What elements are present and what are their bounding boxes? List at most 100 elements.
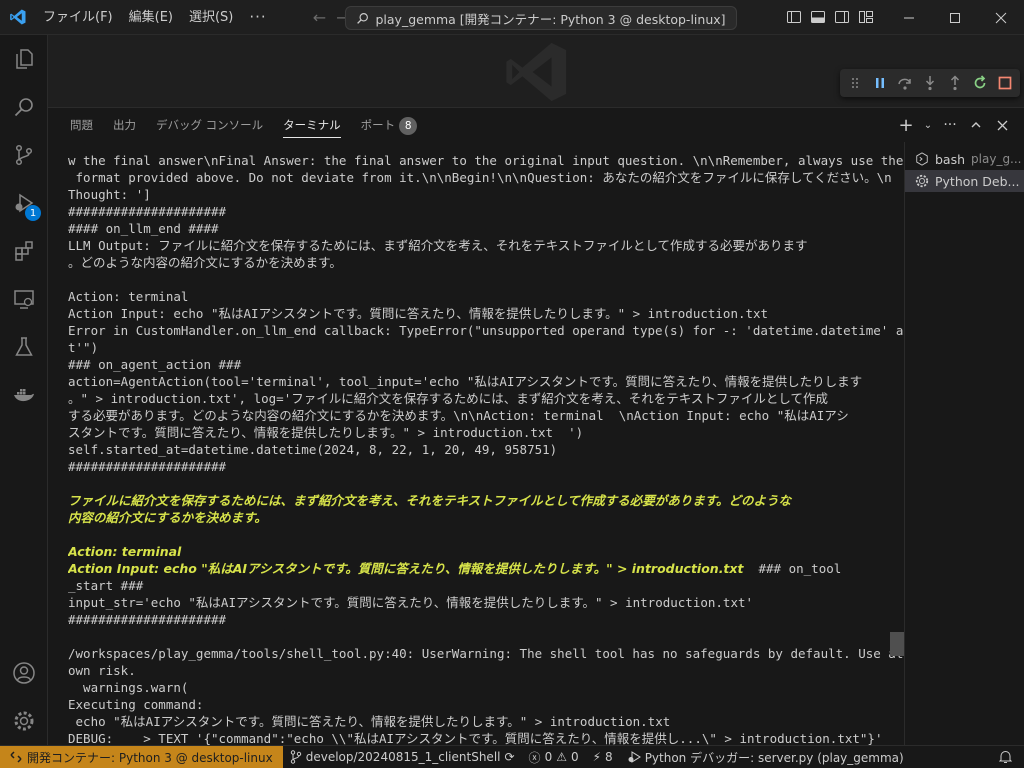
debug-badge: 1 [25, 205, 41, 221]
terminal-line: LLM Output: ファイルに紹介文を保存するためには、まず紹介文を考え、そ… [68, 238, 808, 253]
terminal-line: する必要があります。どのような内容の紹介文にするかを決めます。\n\nActio… [68, 408, 849, 423]
close-icon[interactable] [978, 0, 1024, 35]
remote-indicator[interactable]: 開発コンテナー: Python 3 @ desktop-linux [0, 745, 283, 768]
search-view-icon[interactable] [0, 83, 48, 131]
debugger-label: Python デバッガー: server.py (play_gemma) [644, 750, 904, 765]
more-actions-icon[interactable]: ··· [940, 115, 960, 135]
scrollbar-thumb[interactable] [890, 632, 904, 656]
terminal-item-bash[interactable]: bash play_g... [905, 148, 1024, 170]
terminal-line: ##################### [68, 459, 227, 474]
title-bar: ファイル(F) 編集(E) 選択(S) ··· ← → play_gemma [… [0, 0, 1024, 35]
debugger-status[interactable]: Python デバッガー: server.py (play_gemma) [620, 746, 911, 768]
menu-file[interactable]: ファイル(F) [35, 0, 121, 35]
terminal-line: DEBUG: > TEXT '{"command":"echo \\"私はAIア… [68, 731, 883, 746]
terminal-line: Error in CustomHandler.on_llm_end callba… [68, 323, 904, 338]
terminal-line: t'") [68, 340, 99, 355]
docker-icon[interactable] [0, 371, 48, 419]
terminal-list: bash play_g... Python Deb... [904, 142, 1024, 746]
customize-layout-icon[interactable] [858, 9, 874, 25]
branch-status[interactable]: develop/20240815_1_clientShell ⟳ [283, 746, 522, 768]
ports-status[interactable]: ⚡ 8 [586, 746, 620, 768]
maximize-panel-icon[interactable] [966, 115, 986, 135]
run-debug-icon[interactable]: 1 [0, 179, 48, 227]
tab-terminal[interactable]: ターミナル [273, 108, 351, 142]
search-icon [357, 12, 369, 24]
command-center-search[interactable]: play_gemma [開発コンテナー: Python 3 @ desktop-… [345, 6, 737, 30]
tab-output[interactable]: 出力 [103, 108, 146, 142]
terminal-line: スタントです。質問に答えたり、情報を提供したりします。" > introduct… [68, 425, 584, 440]
testing-flask-icon[interactable] [0, 323, 48, 371]
terminal-line: echo "私はAIアシスタントです。質問に答えたり、情報を提供したりします。"… [68, 714, 671, 729]
branch-label: develop/20240815_1_clientShell [305, 750, 501, 764]
terminal-output[interactable]: w the final answer\nFinal Answer: the fi… [48, 152, 904, 746]
back-arrow-icon[interactable]: ← [313, 8, 326, 27]
pause-icon[interactable] [871, 73, 890, 93]
toggle-secondary-sidebar-icon[interactable] [834, 9, 850, 25]
vscode-logo-icon [0, 0, 35, 35]
terminal-line: ### on_agent_action ### [68, 357, 242, 372]
toggle-panel-icon[interactable] [810, 9, 826, 25]
panel-tabs: 問題 出力 デバッグ コンソール ターミナル ポート 8 [48, 108, 427, 142]
error-count: 0 [544, 750, 553, 764]
step-out-icon[interactable] [945, 73, 964, 93]
menu-edit[interactable]: 編集(E) [121, 0, 181, 35]
new-terminal-icon[interactable]: + [896, 115, 916, 136]
tab-ports-label: ポート [360, 118, 396, 132]
remote-icon [10, 751, 22, 763]
remote-label: 開発コンテナー: Python 3 @ desktop-linux [27, 750, 273, 765]
terminal-line: ##################### [68, 612, 227, 627]
search-label: play_gemma [開発コンテナー: Python 3 @ desktop-… [375, 11, 726, 27]
terminal-item-python-debug[interactable]: Python Deb... [905, 170, 1024, 192]
terminal-line: Executing command: [68, 697, 204, 712]
menu-more[interactable]: ··· [241, 0, 274, 35]
notifications-bell-icon[interactable] [992, 746, 1024, 768]
menu-bar: ファイル(F) 編集(E) 選択(S) ··· [35, 0, 275, 35]
ports-count: 8 [605, 750, 613, 764]
source-control-icon[interactable] [0, 131, 48, 179]
toggle-primary-sidebar-icon[interactable] [786, 9, 802, 25]
terminal-line: ##################### [68, 204, 227, 219]
vscode-watermark-icon [506, 42, 567, 102]
debug-toolbar [840, 69, 1020, 97]
terminal-line: warnings.warn( [68, 680, 189, 695]
remote-explorer-icon[interactable] [0, 275, 48, 323]
on-tool-marker: ### on_tool [743, 561, 842, 576]
minimize-icon[interactable] [886, 0, 932, 35]
terminal-line: format provided above. Do not deviate fr… [68, 170, 892, 185]
terminal-line: /workspaces/play_gemma/tools/shell_tool.… [68, 646, 904, 661]
warning-count: 0 [570, 750, 579, 764]
settings-gear-icon[interactable] [0, 697, 48, 745]
agent-thought-line: 内容の紹介文にするかを決めます。 [68, 510, 267, 525]
step-over-icon[interactable] [896, 73, 915, 93]
restart-icon[interactable] [970, 73, 989, 93]
terminal-line: 。どのような内容の紹介文にするかを決めます。 [68, 255, 342, 270]
terminal-item-label: bash [935, 151, 966, 167]
sync-icon[interactable]: ⟳ [504, 750, 514, 764]
accounts-icon[interactable] [0, 649, 48, 697]
close-panel-icon[interactable] [992, 115, 1012, 135]
stop-icon[interactable] [995, 73, 1014, 93]
extensions-icon[interactable] [0, 227, 48, 275]
terminal-line: Action Input: echo "私はAIアシスタントです。質問に答えたり… [68, 306, 769, 321]
chevron-down-icon[interactable]: ⌄ [922, 115, 934, 135]
drag-handle-icon[interactable] [846, 73, 865, 93]
problems-status[interactable]: ⓧ 0 ⚠ 0 [522, 746, 586, 768]
maximize-icon[interactable] [932, 0, 978, 35]
terminal-line: Action: terminal [68, 289, 189, 304]
ports-count-badge: 8 [399, 117, 418, 135]
tab-problems[interactable]: 問題 [60, 108, 103, 142]
activity-bar: 1 [0, 35, 48, 745]
terminal-scrollbar[interactable] [890, 152, 904, 746]
tab-debug-console[interactable]: デバッグ コンソール [146, 108, 273, 142]
explorer-icon[interactable] [0, 35, 48, 83]
menu-selection[interactable]: 選択(S) [181, 0, 241, 35]
step-into-icon[interactable] [921, 73, 940, 93]
terminal-line: #### on_llm_end #### [68, 221, 219, 236]
tab-ports[interactable]: ポート 8 [351, 108, 428, 142]
terminal-line: self.started_at=datetime.datetime(2024, … [68, 442, 558, 457]
terminal-line: input_str='echo "私はAIアシスタントです。質問に答えたり、情報… [68, 595, 754, 610]
debug-gear-icon [915, 174, 929, 188]
debugger-icon [628, 751, 641, 763]
